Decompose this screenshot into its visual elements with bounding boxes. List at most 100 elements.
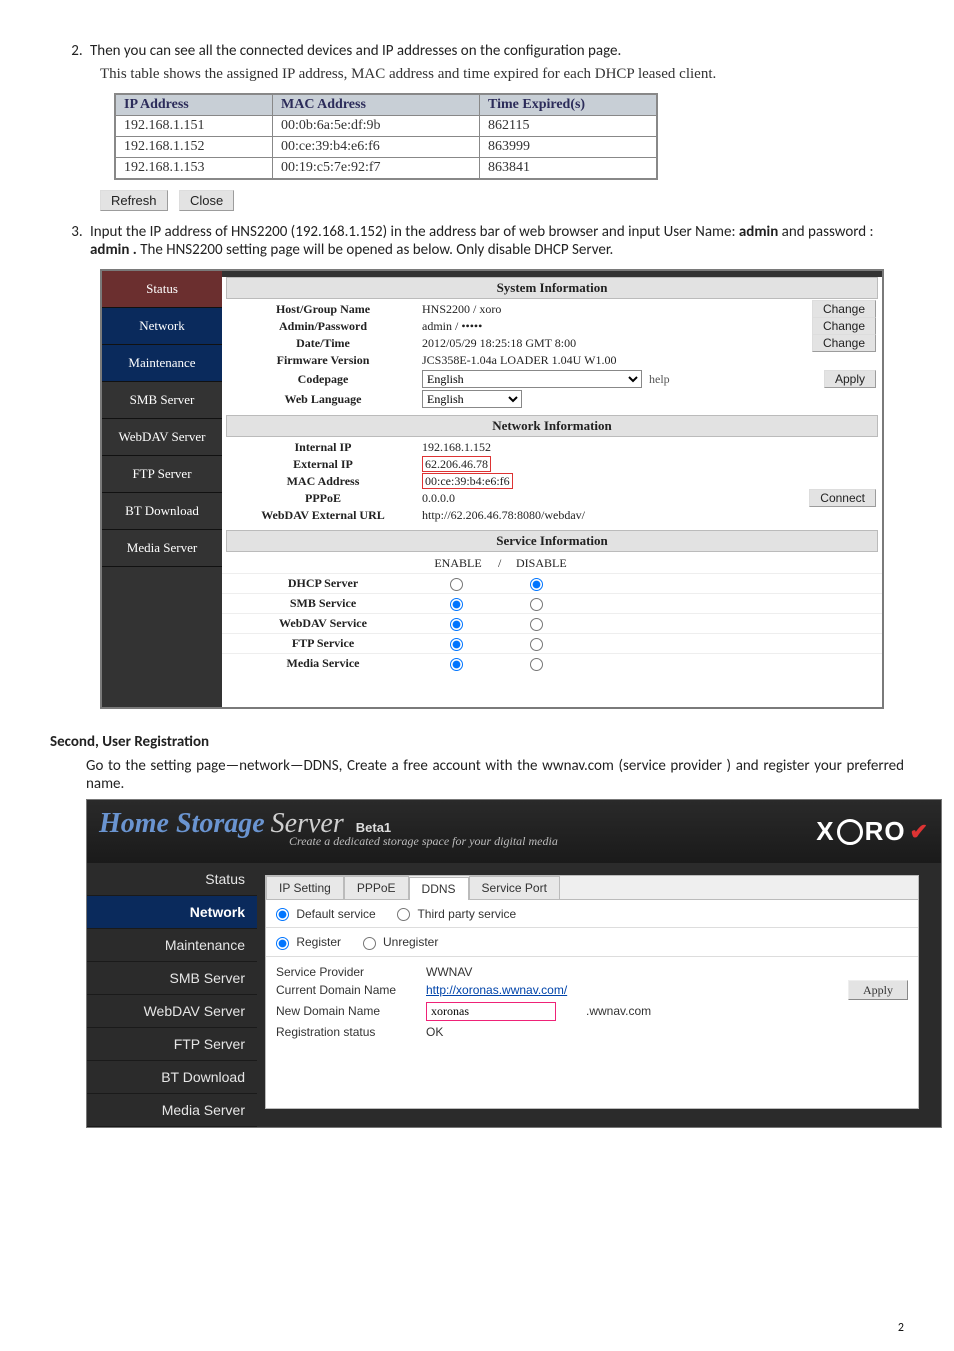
register-radio[interactable]: Register xyxy=(276,935,341,949)
label-admin: Admin/Password xyxy=(228,319,418,334)
sidebar-item-webdav[interactable]: WebDAV Server xyxy=(102,419,222,456)
xoro-logo: XRO✔ xyxy=(816,816,929,847)
sidebar-item-network[interactable]: Network xyxy=(102,308,222,345)
label-current-domain: Current Domain Name xyxy=(276,983,426,997)
col-mac: MAC Address xyxy=(273,94,480,116)
value-webdav-url: http://62.206.46.78:8080/webdav/ xyxy=(418,508,796,523)
service-media: Media Service xyxy=(222,653,882,679)
label-reg-status: Registration status xyxy=(276,1025,426,1039)
nav-bt[interactable]: BT Download xyxy=(87,1061,257,1094)
label-datetime: Date/Time xyxy=(228,336,418,351)
codepage-select[interactable]: English xyxy=(422,370,642,388)
service-webdav: WebDAV Service xyxy=(222,613,882,633)
nav-smb[interactable]: SMB Server xyxy=(87,962,257,995)
hns2200-screenshot: Status Network Maintenance SMB Server We… xyxy=(100,269,884,709)
label-mac: MAC Address xyxy=(228,474,418,489)
label-pppoe: PPPoE xyxy=(228,491,418,506)
nav-maintenance[interactable]: Maintenance xyxy=(87,929,257,962)
label-new-domain: New Domain Name xyxy=(276,1004,426,1018)
table-row: 192.168.1.153 00:19:c5:7e:92:f7 863841 xyxy=(115,158,657,180)
section-heading-registration: Second, User Registration xyxy=(50,733,904,751)
nav-ftp[interactable]: FTP Server xyxy=(87,1028,257,1061)
nav-media[interactable]: Media Server xyxy=(87,1094,257,1127)
smb-disable-radio[interactable] xyxy=(530,598,543,611)
label-webdav-url: WebDAV External URL xyxy=(228,508,418,523)
sidebar-item-media[interactable]: Media Server xyxy=(102,530,222,567)
media-disable-radio[interactable] xyxy=(530,658,543,671)
xoro-screenshot: Home Storage Server Beta1 Create a dedic… xyxy=(86,799,942,1128)
col-expired: Time Expired(s) xyxy=(480,94,658,116)
sidebar-item-smb[interactable]: SMB Server xyxy=(102,382,222,419)
webdav-enable-radio[interactable] xyxy=(450,618,463,631)
label-service-provider: Service Provider xyxy=(276,965,426,979)
ddns-panel: IP Setting PPPoE DDNS Service Port Defau… xyxy=(265,875,919,1109)
logo-o-icon xyxy=(837,819,863,845)
value-external-ip: 62.206.46.78 xyxy=(422,456,491,472)
change-host-button[interactable]: Change xyxy=(812,300,876,318)
tab-pppoe[interactable]: PPPoE xyxy=(344,876,409,899)
step3-text: Input the IP address of HNS2200 (192.168… xyxy=(90,223,904,259)
label-external-ip: External IP xyxy=(228,457,418,472)
third-party-service-radio[interactable]: Third party service xyxy=(397,907,516,921)
sidebar-item-ftp[interactable]: FTP Server xyxy=(102,456,222,493)
sidebar: Status Network Maintenance SMB Server We… xyxy=(102,271,222,567)
value-reg-status: OK xyxy=(426,1025,443,1039)
label-internal-ip: Internal IP xyxy=(228,440,418,455)
nav-webdav[interactable]: WebDAV Server xyxy=(87,995,257,1028)
value-internal-ip: 192.168.1.152 xyxy=(418,440,796,455)
lease-buttons: Refresh Close xyxy=(100,190,904,211)
section-service-info: Service Information xyxy=(226,530,878,552)
tab-ddns[interactable]: DDNS xyxy=(409,877,469,900)
smb-enable-radio[interactable] xyxy=(450,598,463,611)
col-ip: IP Address xyxy=(115,94,273,116)
label-host: Host/Group Name xyxy=(228,302,418,317)
label-firmware: Firmware Version xyxy=(228,353,418,368)
close-button[interactable]: Close xyxy=(179,190,234,211)
step2-text: Then you can see all the connected devic… xyxy=(90,42,904,60)
network-tabs: IP Setting PPPoE DDNS Service Port xyxy=(266,876,918,900)
section-system-info: System Information xyxy=(226,277,878,299)
value-host: HNS2200 / xoro xyxy=(418,302,796,317)
value-service-provider: WWNAV xyxy=(426,965,472,979)
value-datetime: 2012/05/29 18:25:18 GMT 8:00 xyxy=(418,336,796,351)
value-admin: admin / ••••• xyxy=(418,319,796,334)
page-number: 2 xyxy=(898,1321,904,1335)
service-smb: SMB Service xyxy=(222,593,882,613)
current-domain-link[interactable]: http://xoronas.wwnav.com/ xyxy=(426,983,567,997)
tagline: Create a dedicated storage space for you… xyxy=(289,834,558,849)
service-ftp: FTP Service xyxy=(222,633,882,653)
unregister-radio[interactable]: Unregister xyxy=(363,935,439,949)
webdav-disable-radio[interactable] xyxy=(530,618,543,631)
sidebar-item-status[interactable]: Status xyxy=(102,271,222,308)
domain-suffix: .wwnav.com xyxy=(586,1004,651,1018)
default-service-radio[interactable]: Default service xyxy=(276,907,376,921)
nav-network[interactable]: Network xyxy=(87,896,257,929)
doc-step-2: Then you can see all the connected devic… xyxy=(86,42,904,211)
xoro-sidebar: Status Network Maintenance SMB Server We… xyxy=(87,863,257,1127)
change-admin-button[interactable]: Change xyxy=(812,317,876,335)
apply-codepage-button[interactable]: Apply xyxy=(824,370,876,388)
change-datetime-button[interactable]: Change xyxy=(812,334,876,352)
refresh-button[interactable]: Refresh xyxy=(100,190,168,211)
ftp-enable-radio[interactable] xyxy=(450,638,463,651)
nav-status[interactable]: Status xyxy=(87,863,257,896)
dhcp-disable-radio[interactable] xyxy=(530,578,543,591)
media-enable-radio[interactable] xyxy=(450,658,463,671)
table-row: 192.168.1.151 00:0b:6a:5e:df:9b 862115 xyxy=(115,116,657,137)
ftp-disable-radio[interactable] xyxy=(530,638,543,651)
connect-button[interactable]: Connect xyxy=(809,489,876,507)
dhcp-enable-radio[interactable] xyxy=(450,578,463,591)
sidebar-item-bt[interactable]: BT Download xyxy=(102,493,222,530)
label-weblang: Web Language xyxy=(228,392,418,407)
new-domain-input[interactable] xyxy=(426,1002,556,1021)
section-body-registration: Go to the setting page—network—DDNS, Cre… xyxy=(86,757,904,793)
service-header: ENABLE / DISABLE xyxy=(222,554,882,573)
help-link[interactable]: help xyxy=(649,372,670,386)
value-firmware: JCS358E-1.04a LOADER 1.04U W1.00 xyxy=(418,353,796,368)
sidebar-item-maintenance[interactable]: Maintenance xyxy=(102,345,222,382)
tab-ip-setting[interactable]: IP Setting xyxy=(266,876,344,899)
apply-ddns-button[interactable]: Apply xyxy=(848,980,908,1000)
tab-service-port[interactable]: Service Port xyxy=(469,876,560,899)
weblang-select[interactable]: English xyxy=(422,390,522,408)
section-network-info: Network Information xyxy=(226,415,878,437)
